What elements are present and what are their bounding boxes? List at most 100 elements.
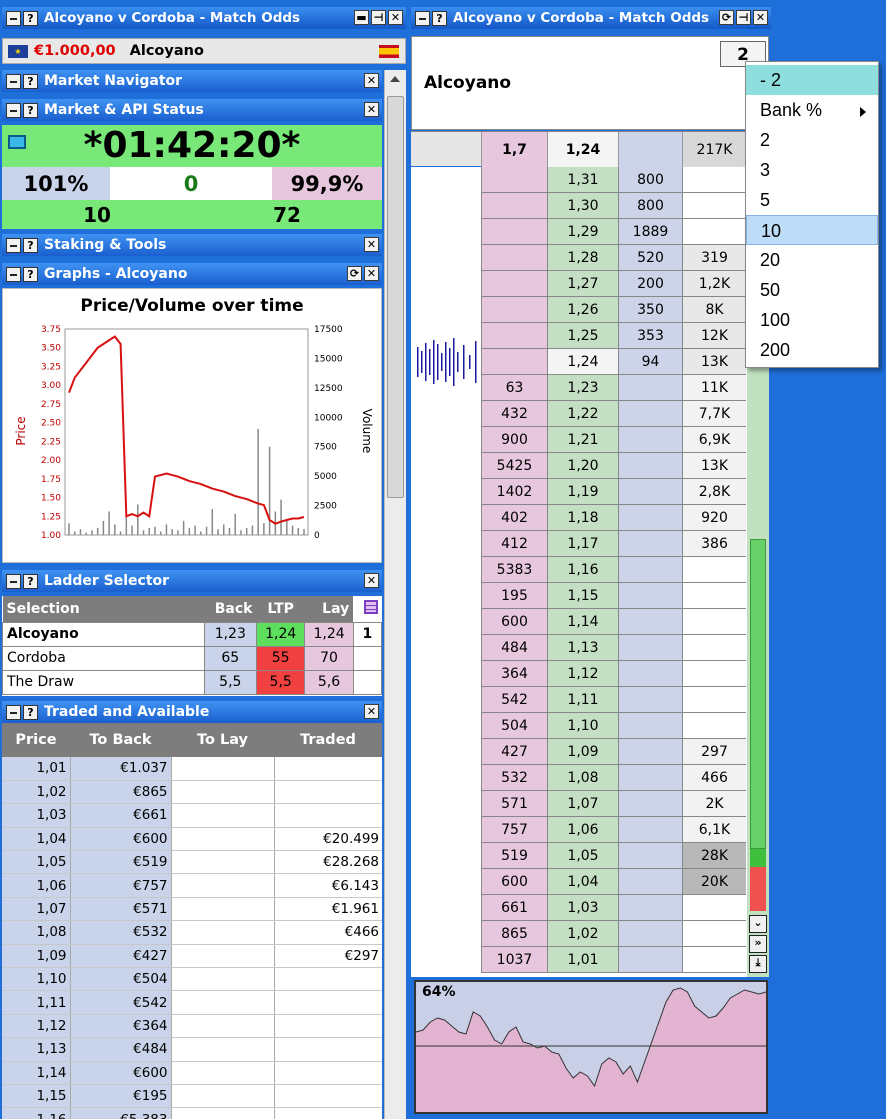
back-cell[interactable]: 1402	[481, 479, 547, 505]
back-cell[interactable]: 600	[481, 609, 547, 635]
back-cell[interactable]: 757	[481, 817, 547, 843]
close-button[interactable]: ✕	[388, 10, 403, 25]
back-cell[interactable]: 865	[481, 921, 547, 947]
lay-cell[interactable]	[618, 401, 682, 427]
ladder-row[interactable]: 432 1,22 7,7K	[411, 401, 746, 427]
selector-row[interactable]: Alcoyano 1,23 1,24 1,24 1	[2, 621, 383, 647]
left-window-titlebar[interactable]: ? Alcoyano v Cordoba - Match Odds ▬ ⊣ ✕	[2, 7, 406, 29]
market-navigator-header[interactable]: ? Market Navigator ✕	[2, 70, 382, 92]
ladder-row[interactable]: 1,29 1889	[411, 219, 746, 245]
scroll-down-icon[interactable]: ⌄	[749, 915, 767, 933]
ladder-row[interactable]: 600 1,04 20K	[411, 869, 746, 895]
selector-lay[interactable]: 70	[304, 645, 354, 671]
back-cell[interactable]: 402	[481, 505, 547, 531]
back-cell[interactable]: 504	[481, 713, 547, 739]
lay-cell[interactable]: 200	[618, 271, 682, 297]
selector-lay[interactable]: 5,6	[304, 669, 354, 695]
ladder-row[interactable]: 1,31 800	[411, 167, 746, 193]
ladder-window-titlebar[interactable]: ? Alcoyano v Cordoba - Match Odds ⟳ ⊣ ✕	[411, 7, 771, 29]
stake-menu-item[interactable]: 50	[746, 275, 878, 305]
stake-menu-item[interactable]: 100	[746, 305, 878, 335]
stake-menu-item[interactable]: 10	[746, 215, 878, 245]
selector-lay[interactable]: 1,24	[304, 621, 354, 647]
traded-available-header[interactable]: ? Traded and Available ✕	[2, 701, 382, 723]
collapse-icon[interactable]	[6, 102, 21, 118]
help-icon[interactable]: ?	[23, 237, 38, 253]
back-cell[interactable]	[481, 219, 547, 245]
back-cell[interactable]: 484	[481, 635, 547, 661]
back-cell[interactable]: 519	[481, 843, 547, 869]
ladder-row[interactable]: 427 1,09 297	[411, 739, 746, 765]
back-cell[interactable]: 542	[481, 687, 547, 713]
close-button[interactable]: ✕	[364, 237, 379, 252]
help-icon[interactable]: ?	[23, 266, 38, 282]
ladder-row[interactable]: 504 1,10	[411, 713, 746, 739]
back-cell[interactable]: 63	[481, 375, 547, 401]
scroll-up-icon[interactable]	[390, 76, 400, 82]
lay-cell[interactable]: 800	[618, 193, 682, 219]
refresh-icon[interactable]: ⟳	[719, 10, 734, 25]
lay-cell[interactable]	[618, 479, 682, 505]
ladder-row[interactable]: 195 1,15	[411, 583, 746, 609]
stake-menu-item[interactable]: - 2	[746, 65, 878, 95]
pin-button[interactable]: ⊣	[371, 10, 386, 25]
back-cell[interactable]: 600	[481, 869, 547, 895]
selector-back[interactable]: 1,23	[203, 621, 258, 647]
lay-cell[interactable]	[618, 661, 682, 687]
help-icon[interactable]: ?	[23, 10, 38, 26]
ladder-row[interactable]: 1,26 350 8K	[411, 297, 746, 323]
collapse-icon[interactable]	[6, 73, 21, 89]
collapse-icon[interactable]	[6, 237, 21, 253]
back-cell[interactable]: 532	[481, 765, 547, 791]
collapse-icon[interactable]	[6, 704, 21, 720]
lay-cell[interactable]	[618, 713, 682, 739]
help-icon[interactable]: ?	[432, 10, 447, 26]
lay-cell[interactable]	[618, 375, 682, 401]
ladder-selector-header[interactable]: ? Ladder Selector ✕	[2, 570, 382, 592]
close-button[interactable]: ✕	[364, 73, 379, 88]
ladder-row[interactable]: 519 1,05 28K	[411, 843, 746, 869]
scroll-bottom-icon[interactable]: ⤓	[749, 955, 767, 973]
left-scrollbar[interactable]	[384, 70, 406, 1119]
stake-menu-item[interactable]: Bank %	[746, 95, 878, 125]
lay-cell[interactable]	[618, 687, 682, 713]
ladder-row[interactable]: 63 1,23 11K	[411, 375, 746, 401]
back-cell[interactable]: 1037	[481, 947, 547, 973]
back-cell[interactable]	[481, 323, 547, 349]
pin-button[interactable]: ⊣	[736, 10, 751, 25]
help-icon[interactable]: ?	[23, 573, 38, 589]
ladder-row[interactable]: 900 1,21 6,9K	[411, 427, 746, 453]
minimize-icon[interactable]	[415, 10, 430, 26]
lay-cell[interactable]	[618, 609, 682, 635]
ladder-row[interactable]: 1,25 353 12K	[411, 323, 746, 349]
ladder-row[interactable]: 600 1,14	[411, 609, 746, 635]
ladder-row[interactable]: 5425 1,20 13K	[411, 453, 746, 479]
back-cell[interactable]: 5425	[481, 453, 547, 479]
lay-cell[interactable]: 1889	[618, 219, 682, 245]
ladder-row[interactable]: 571 1,07 2K	[411, 791, 746, 817]
close-button[interactable]: ✕	[364, 704, 379, 719]
ladder-row[interactable]: 1,28 520 319	[411, 245, 746, 271]
help-icon[interactable]: ?	[23, 73, 38, 89]
refresh-icon[interactable]: ⟳	[347, 266, 362, 281]
selector-runner[interactable]: Alcoyano	[2, 621, 205, 647]
back-cell[interactable]: 427	[481, 739, 547, 765]
selector-back[interactable]: 65	[203, 645, 258, 671]
ladder-row[interactable]: 661 1,03	[411, 895, 746, 921]
ladder-row[interactable]: 1037 1,01	[411, 947, 746, 973]
ladder-row[interactable]: 1402 1,19 2,8K	[411, 479, 746, 505]
lay-cell[interactable]	[618, 843, 682, 869]
staking-tools-header[interactable]: ? Staking & Tools ✕	[2, 234, 382, 256]
lay-cell[interactable]	[618, 505, 682, 531]
ladder-row[interactable]: 484 1,13	[411, 635, 746, 661]
back-cell[interactable]	[481, 193, 547, 219]
back-cell[interactable]	[481, 349, 547, 375]
selector-row[interactable]: The Draw 5,5 5,5 5,6	[2, 669, 383, 695]
collapse-icon[interactable]	[6, 266, 21, 282]
lay-cell[interactable]	[618, 427, 682, 453]
minimize-button[interactable]: ▬	[354, 10, 369, 25]
ladder-row[interactable]: 364 1,12	[411, 661, 746, 687]
stake-menu-item[interactable]: 5	[746, 185, 878, 215]
lay-cell[interactable]	[618, 817, 682, 843]
stake-menu-item[interactable]: 200	[746, 335, 878, 365]
